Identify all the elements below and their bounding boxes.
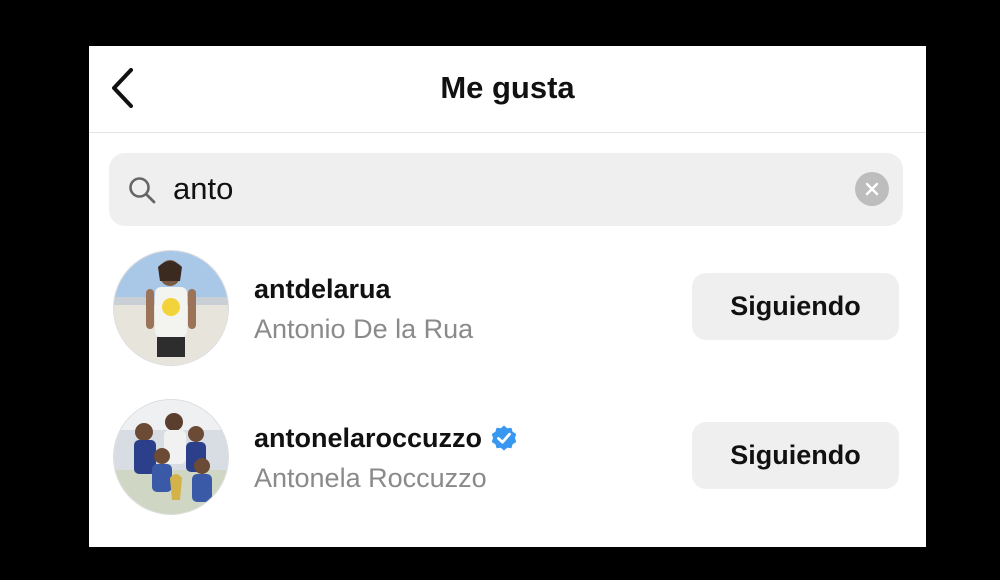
likes-screen: Me gusta anto antdelarua Antonio De la R… (89, 46, 926, 547)
clear-search-button[interactable] (855, 172, 889, 206)
search-icon (129, 177, 156, 204)
avatar[interactable] (113, 250, 229, 366)
username-line: antonelaroccuzzo (254, 421, 518, 455)
avatar[interactable] (113, 399, 229, 515)
full-name: Antonio De la Rua (254, 314, 474, 344)
username-line: antdelarua (254, 272, 391, 306)
header: Me gusta (89, 46, 926, 133)
following-button[interactable]: Siguiendo (692, 422, 899, 489)
username[interactable]: antdelarua (254, 272, 391, 306)
search-bar[interactable] (109, 153, 903, 226)
search-input[interactable] (173, 167, 833, 211)
username[interactable]: antonelaroccuzzo (254, 421, 482, 455)
page-title: Me gusta (440, 70, 575, 105)
clear-icon (865, 182, 879, 196)
list-item[interactable]: antdelarua Antonio De la Rua Siguiendo (89, 248, 926, 368)
following-button[interactable]: Siguiendo (692, 273, 899, 340)
list-item[interactable]: antonelaroccuzzo Antonela Roccuzzo Sigui… (89, 397, 926, 517)
full-name: Antonela Roccuzzo (254, 463, 487, 493)
verified-badge-icon (491, 425, 517, 451)
